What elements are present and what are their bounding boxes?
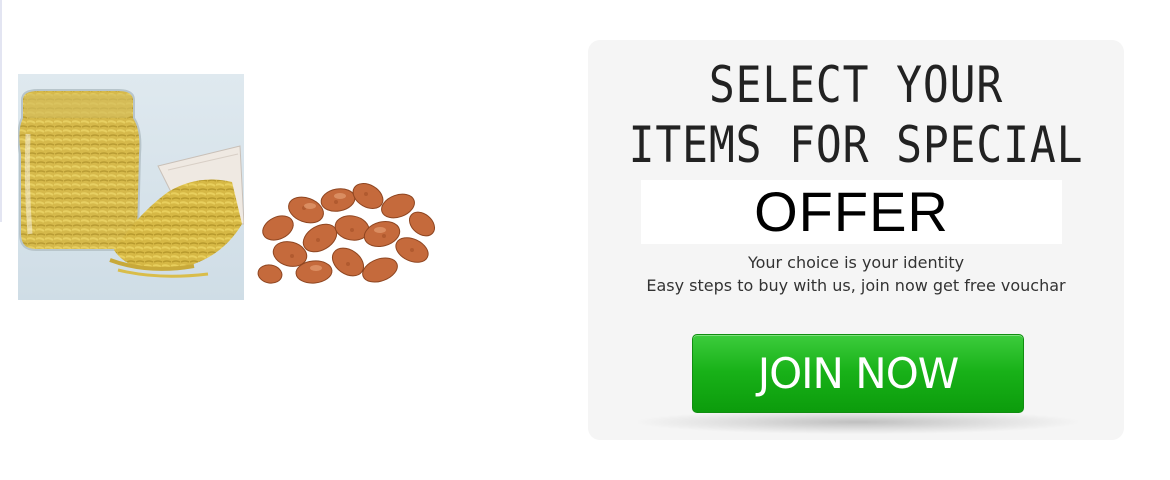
headline-line-1: SELECT YOUR (708, 56, 1004, 114)
tagline-text: Your choice is your identity (747, 253, 965, 272)
masala-peanuts-illustration (256, 180, 440, 292)
namkeen-jar-image (18, 74, 244, 300)
left-edge-line (0, 0, 2, 222)
join-now-button[interactable]: JOIN NOW (692, 334, 1024, 413)
headline-line-2: ITEMS FOR SPECIAL (628, 116, 1084, 174)
offer-highlight-box: OFFER (641, 180, 1062, 244)
offer-card: SELECT YOUR ITEMS FOR SPECIAL OFFER Your… (588, 40, 1124, 440)
namkeen-jar-illustration (18, 74, 244, 300)
masala-peanuts-image (256, 180, 440, 292)
subline-text: Easy steps to buy with us, join now get … (646, 276, 1066, 295)
join-button-shadow (638, 410, 1078, 434)
offer-highlight-text: OFFER (754, 180, 949, 243)
